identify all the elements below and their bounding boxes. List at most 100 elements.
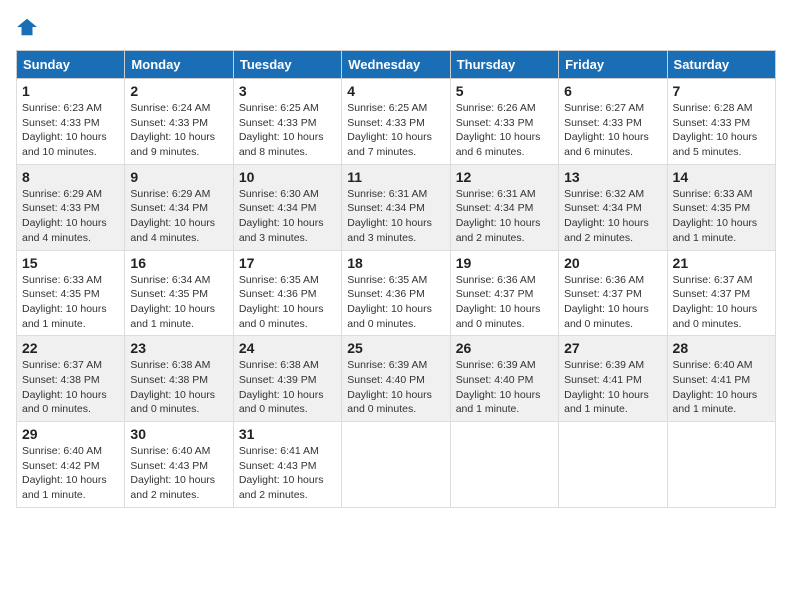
day-number: 8: [22, 169, 119, 185]
day-info: Sunrise: 6:37 AMSunset: 4:38 PMDaylight:…: [22, 358, 119, 417]
calendar-day-header: Saturday: [667, 51, 775, 79]
calendar-header-row: SundayMondayTuesdayWednesdayThursdayFrid…: [17, 51, 776, 79]
day-info: Sunrise: 6:26 AMSunset: 4:33 PMDaylight:…: [456, 101, 553, 160]
day-info: Sunrise: 6:40 AMSunset: 4:42 PMDaylight:…: [22, 444, 119, 503]
day-number: 7: [673, 83, 770, 99]
calendar-cell: 25Sunrise: 6:39 AMSunset: 4:40 PMDayligh…: [342, 336, 450, 422]
day-info: Sunrise: 6:31 AMSunset: 4:34 PMDaylight:…: [347, 187, 444, 246]
day-info: Sunrise: 6:23 AMSunset: 4:33 PMDaylight:…: [22, 101, 119, 160]
day-number: 9: [130, 169, 227, 185]
calendar-cell: 21 Sunrise: 6:37 AMSunset: 4:37 PMDayligh…: [667, 250, 775, 336]
day-info: Sunrise: 6:40 AMSunset: 4:43 PMDaylight:…: [130, 444, 227, 503]
calendar-cell: 5 Sunrise: 6:26 AMSunset: 4:33 PMDaylight…: [450, 79, 558, 165]
day-number: 27: [564, 340, 661, 356]
day-number: 29: [22, 426, 119, 442]
day-number: 24: [239, 340, 336, 356]
day-info: Sunrise: 6:41 AMSunset: 4:43 PMDaylight:…: [239, 444, 336, 503]
logo: [16, 16, 40, 38]
calendar-cell: 11 Sunrise: 6:31 AMSunset: 4:34 PMDayligh…: [342, 164, 450, 250]
day-info: Sunrise: 6:27 AMSunset: 4:33 PMDaylight:…: [564, 101, 661, 160]
day-info: Sunrise: 6:25 AMSunset: 4:33 PMDaylight:…: [347, 101, 444, 160]
day-info: Sunrise: 6:37 AMSunset: 4:37 PMDaylight:…: [673, 273, 770, 332]
day-info: Sunrise: 6:35 AMSunset: 4:36 PMDaylight:…: [239, 273, 336, 332]
day-number: 26: [456, 340, 553, 356]
calendar-cell: 18 Sunrise: 6:35 AMSunset: 4:36 PMDayligh…: [342, 250, 450, 336]
calendar-day-header: Thursday: [450, 51, 558, 79]
calendar-cell: 15 Sunrise: 6:33 AMSunset: 4:35 PMDayligh…: [17, 250, 125, 336]
day-number: 28: [673, 340, 770, 356]
calendar-cell: 23 Sunrise: 6:38 AMSunset: 4:38 PMDayligh…: [125, 336, 233, 422]
calendar-cell: 6 Sunrise: 6:27 AMSunset: 4:33 PMDaylight…: [559, 79, 667, 165]
day-info: Sunrise: 6:24 AMSunset: 4:33 PMDaylight:…: [130, 101, 227, 160]
day-number: 6: [564, 83, 661, 99]
calendar-day-header: Sunday: [17, 51, 125, 79]
calendar-cell: [450, 422, 558, 508]
day-info: Sunrise: 6:29 AMSunset: 4:33 PMDaylight:…: [22, 187, 119, 246]
calendar-day-header: Wednesday: [342, 51, 450, 79]
day-number: 18: [347, 255, 444, 271]
calendar-cell: 27 Sunrise: 6:39 AMSunset: 4:41 PMDayligh…: [559, 336, 667, 422]
calendar-week-row: 29 Sunrise: 6:40 AMSunset: 4:42 PMDayligh…: [17, 422, 776, 508]
calendar-cell: 29 Sunrise: 6:40 AMSunset: 4:42 PMDayligh…: [17, 422, 125, 508]
day-number: 15: [22, 255, 119, 271]
calendar-cell: 1 Sunrise: 6:23 AMSunset: 4:33 PMDaylight…: [17, 79, 125, 165]
day-number: 5: [456, 83, 553, 99]
calendar-cell: 26 Sunrise: 6:39 AMSunset: 4:40 PMDayligh…: [450, 336, 558, 422]
calendar-cell: 9 Sunrise: 6:29 AMSunset: 4:34 PMDaylight…: [125, 164, 233, 250]
day-number: 2: [130, 83, 227, 99]
calendar-cell: 8 Sunrise: 6:29 AMSunset: 4:33 PMDaylight…: [17, 164, 125, 250]
calendar-cell: [342, 422, 450, 508]
day-number: 10: [239, 169, 336, 185]
calendar-cell: 19Sunrise: 6:36 AMSunset: 4:37 PMDayligh…: [450, 250, 558, 336]
day-info: Sunrise: 6:39 AMSunset: 4:40 PMDaylight:…: [456, 358, 553, 417]
day-number: 19: [456, 255, 553, 271]
day-number: 1: [22, 83, 119, 99]
calendar-cell: 22 Sunrise: 6:37 AMSunset: 4:38 PMDayligh…: [17, 336, 125, 422]
day-number: 4: [347, 83, 444, 99]
calendar-cell: 14 Sunrise: 6:33 AMSunset: 4:35 PMDayligh…: [667, 164, 775, 250]
day-info: Sunrise: 6:34 AMSunset: 4:35 PMDaylight:…: [130, 273, 227, 332]
day-number: 25: [347, 340, 444, 356]
calendar: SundayMondayTuesdayWednesdayThursdayFrid…: [16, 50, 776, 508]
day-number: 17: [239, 255, 336, 271]
calendar-week-row: 15 Sunrise: 6:33 AMSunset: 4:35 PMDayligh…: [17, 250, 776, 336]
calendar-cell: 3Sunrise: 6:25 AMSunset: 4:33 PMDaylight…: [233, 79, 341, 165]
day-number: 21: [673, 255, 770, 271]
calendar-week-row: 22 Sunrise: 6:37 AMSunset: 4:38 PMDayligh…: [17, 336, 776, 422]
calendar-week-row: 1 Sunrise: 6:23 AMSunset: 4:33 PMDaylight…: [17, 79, 776, 165]
day-number: 30: [130, 426, 227, 442]
calendar-cell: 20 Sunrise: 6:36 AMSunset: 4:37 PMDayligh…: [559, 250, 667, 336]
day-number: 13: [564, 169, 661, 185]
calendar-cell: 24 Sunrise: 6:38 AMSunset: 4:39 PMDayligh…: [233, 336, 341, 422]
day-number: 23: [130, 340, 227, 356]
day-info: Sunrise: 6:35 AMSunset: 4:36 PMDaylight:…: [347, 273, 444, 332]
day-info: Sunrise: 6:38 AMSunset: 4:39 PMDaylight:…: [239, 358, 336, 417]
day-number: 22: [22, 340, 119, 356]
day-number: 14: [673, 169, 770, 185]
calendar-cell: 7 Sunrise: 6:28 AMSunset: 4:33 PMDaylight…: [667, 79, 775, 165]
day-number: 11: [347, 169, 444, 185]
calendar-cell: 30 Sunrise: 6:40 AMSunset: 4:43 PMDayligh…: [125, 422, 233, 508]
calendar-cell: 31Sunrise: 6:41 AMSunset: 4:43 PMDayligh…: [233, 422, 341, 508]
day-info: Sunrise: 6:38 AMSunset: 4:38 PMDaylight:…: [130, 358, 227, 417]
day-info: Sunrise: 6:39 AMSunset: 4:41 PMDaylight:…: [564, 358, 661, 417]
day-info: Sunrise: 6:33 AMSunset: 4:35 PMDaylight:…: [22, 273, 119, 332]
day-info: Sunrise: 6:28 AMSunset: 4:33 PMDaylight:…: [673, 101, 770, 160]
day-info: Sunrise: 6:30 AMSunset: 4:34 PMDaylight:…: [239, 187, 336, 246]
day-info: Sunrise: 6:36 AMSunset: 4:37 PMDaylight:…: [564, 273, 661, 332]
calendar-day-header: Tuesday: [233, 51, 341, 79]
day-number: 12: [456, 169, 553, 185]
calendar-cell: 10 Sunrise: 6:30 AMSunset: 4:34 PMDayligh…: [233, 164, 341, 250]
day-info: Sunrise: 6:29 AMSunset: 4:34 PMDaylight:…: [130, 187, 227, 246]
calendar-cell: 28Sunrise: 6:40 AMSunset: 4:41 PMDayligh…: [667, 336, 775, 422]
calendar-week-row: 8 Sunrise: 6:29 AMSunset: 4:33 PMDaylight…: [17, 164, 776, 250]
day-info: Sunrise: 6:32 AMSunset: 4:34 PMDaylight:…: [564, 187, 661, 246]
day-info: Sunrise: 6:25 AMSunset: 4:33 PMDaylight:…: [239, 101, 336, 160]
page-header: [16, 16, 776, 38]
day-number: 16: [130, 255, 227, 271]
day-info: Sunrise: 6:31 AMSunset: 4:34 PMDaylight:…: [456, 187, 553, 246]
calendar-cell: [667, 422, 775, 508]
day-number: 20: [564, 255, 661, 271]
day-info: Sunrise: 6:33 AMSunset: 4:35 PMDaylight:…: [673, 187, 770, 246]
calendar-cell: 12 Sunrise: 6:31 AMSunset: 4:34 PMDayligh…: [450, 164, 558, 250]
